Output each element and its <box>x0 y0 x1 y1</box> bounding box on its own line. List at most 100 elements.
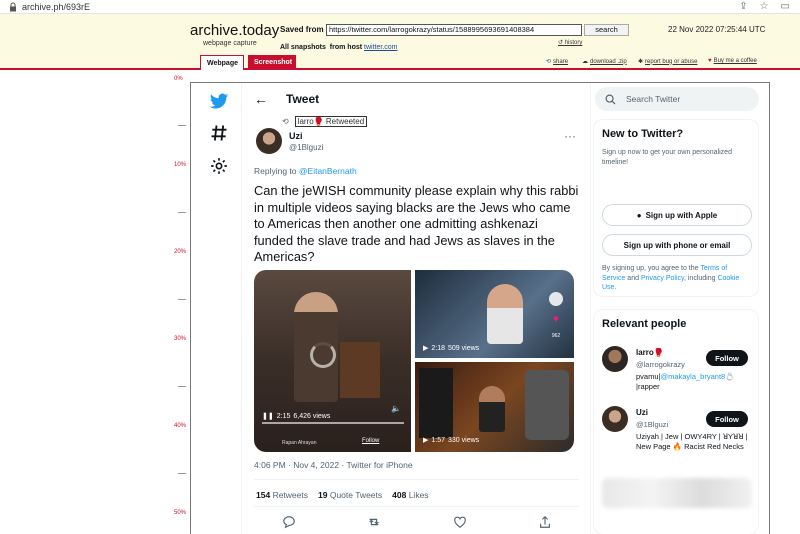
tiktok-side-icons: ♥ 962 <box>549 292 563 339</box>
apple-icon: ● <box>636 210 642 220</box>
person-bio: pvamu|@makayla_bryant8💍 |rapper <box>636 372 735 391</box>
video-caption-name: Rapan Ahrayan <box>282 440 317 446</box>
new-to-twitter-subtitle: Sign up now to get your own personalized… <box>602 149 732 166</box>
avatar[interactable] <box>256 128 282 154</box>
divider <box>254 479 579 480</box>
likes-stat[interactable]: 408 Likes <box>392 490 428 500</box>
retweet-label-box[interactable]: larro🥊 Retweeted <box>294 116 368 127</box>
avatar[interactable] <box>602 406 628 432</box>
replying-to: Replying to @EitanBernath <box>254 166 357 176</box>
saved-url-input[interactable]: https://twitter.com/larrogokrazy/status/… <box>326 24 582 36</box>
video-thumbnail-3[interactable]: ▶ 1:57 330 views <box>415 362 574 452</box>
tweet-actions <box>282 515 552 529</box>
tab-webpage[interactable]: Webpage <box>200 55 244 70</box>
person-handle[interactable]: @1Blguzi <box>636 420 668 429</box>
new-to-twitter-title: New to Twitter? <box>602 128 684 140</box>
settings-gear-icon[interactable] <box>209 156 229 176</box>
heart-icon: ♥ <box>553 314 559 325</box>
door-shape <box>419 368 453 438</box>
person-name[interactable]: Uzi <box>636 408 648 417</box>
ruler-label: 20% <box>174 249 187 255</box>
ruler-label: 0% <box>174 76 183 82</box>
like-count: 962 <box>551 333 561 339</box>
sign-up-phone-button[interactable]: Sign up with phone or email <box>602 234 752 256</box>
follow-button[interactable]: Follow <box>706 411 748 427</box>
star-icon[interactable]: ☆ <box>760 1 769 12</box>
browser-address-bar[interactable]: archive.ph/693rE ⇪ ☆ ▭ <box>0 0 800 14</box>
ruler-tick <box>178 473 186 474</box>
new-to-twitter-card: New to Twitter? Sign up now to get your … <box>593 119 759 297</box>
host-link[interactable]: twitter.com <box>364 44 397 51</box>
report-action[interactable]: ✱ report bug or abuse <box>638 58 697 66</box>
video-progress-bar[interactable] <box>262 422 404 424</box>
rabbi-figure <box>479 386 505 432</box>
tab-screenshot[interactable]: Screenshot <box>248 55 296 70</box>
heart-icon: ♥ <box>708 58 712 64</box>
browser-url[interactable]: archive.ph/693rE <box>22 2 90 12</box>
podium-shape <box>340 342 380 398</box>
share-action[interactable]: ⟲ share <box>546 58 568 66</box>
twitter-bird-icon[interactable] <box>209 91 229 111</box>
video-follow-link[interactable]: Follow <box>362 438 379 444</box>
cloud-download-icon: ☁ <box>582 59 588 65</box>
signup-terms: By signing up, you agree to the Terms of… <box>602 265 740 291</box>
page-title: Tweet <box>286 92 320 106</box>
video-badge-2: ▶ 2:18 509 views <box>423 344 480 353</box>
share-upload-icon[interactable] <box>538 515 552 529</box>
pause-icon[interactable]: ❚❚ <box>262 412 274 420</box>
bio-mention-link[interactable]: @makayla_bryant8 <box>660 372 725 381</box>
retweets-stat[interactable]: 154 Retweets <box>256 490 308 500</box>
ruler-tick <box>178 386 186 387</box>
privacy-link[interactable]: Privacy Policy <box>641 275 684 282</box>
lock-icon <box>10 2 16 11</box>
retweet-icon: ⟲ <box>282 117 289 126</box>
loading-spinner-icon <box>310 342 336 368</box>
search-button[interactable]: search <box>584 24 629 36</box>
search-placeholder: Search Twitter <box>626 94 681 104</box>
ruler-tick <box>178 299 186 300</box>
volume-icon[interactable]: 🔈 <box>391 404 401 413</box>
retweet-action-icon[interactable] <box>367 515 381 529</box>
avatar[interactable] <box>602 346 628 372</box>
quotes-stat[interactable]: 19 Quote Tweets <box>318 490 382 500</box>
tweet-text: Can the jeWISH community please explain … <box>254 183 579 264</box>
person-handle[interactable]: @larrogokrazy <box>636 360 685 369</box>
hashtag-icon[interactable] <box>209 123 229 143</box>
coffee-action[interactable]: ♥ Buy me a coffee <box>708 58 757 64</box>
person-bio: Uziyah | Jew | OWY4RY | ꓤYꓤꓤ | New Page … <box>636 432 748 451</box>
blurred-profile-placeholder <box>602 478 752 508</box>
more-options-icon[interactable]: ··· <box>564 129 576 143</box>
ruler-label: 10% <box>174 162 187 168</box>
download-action[interactable]: ☁ download .zip <box>582 58 627 66</box>
retweet-context: ⟲ larro🥊 Retweeted <box>282 116 368 127</box>
back-arrow-icon[interactable]: ← <box>254 91 268 107</box>
follow-button[interactable]: Follow <box>706 350 748 366</box>
video-badge-3: ▶ 1:57 330 views <box>423 436 480 445</box>
author-handle[interactable]: @1Blguzi <box>289 143 323 152</box>
extensions-icon[interactable]: ▭ <box>781 1 790 12</box>
video-badge-1: ❚❚ 2:15 6,426 views <box>262 412 331 421</box>
play-icon[interactable]: ▶ <box>423 344 428 352</box>
reply-icon[interactable] <box>282 515 296 529</box>
ruler-label: 50% <box>174 510 187 516</box>
tv-shape <box>525 370 569 440</box>
video-thumbnail-1[interactable]: ❚❚ 2:15 6,426 views 🔈 Rapan Ahrayan Foll… <box>254 270 411 452</box>
saved-from-label: Saved from <box>280 25 324 34</box>
relevant-people-card: Relevant people larro🥊 @larrogokrazy Fol… <box>593 309 759 534</box>
search-input[interactable]: Search Twitter <box>595 87 759 111</box>
video-thumbnail-2[interactable]: ♥ 962 ▶ 2:18 509 views <box>415 270 574 358</box>
all-snapshots: All snapshots from host twitter.com <box>280 44 398 51</box>
history-icon: ↺ <box>558 40 564 46</box>
play-icon[interactable]: ▶ <box>423 436 428 444</box>
tweet-timestamp[interactable]: 4:06 PM · Nov 4, 2022 · Twitter for iPho… <box>254 460 413 470</box>
person-name[interactable]: larro🥊 <box>636 348 664 357</box>
share-icon[interactable]: ⇪ <box>739 1 747 12</box>
sign-up-apple-button[interactable]: ● Sign up with Apple <box>602 204 752 226</box>
like-icon[interactable] <box>453 515 467 529</box>
divider <box>254 506 579 507</box>
history-link[interactable]: ↺ history <box>558 39 582 46</box>
archive-logo[interactable]: archive.today <box>190 22 279 39</box>
replying-to-link[interactable]: @EitanBernath <box>299 166 357 176</box>
author-name[interactable]: Uzi <box>289 131 303 141</box>
ruler-label: 30% <box>174 336 187 342</box>
